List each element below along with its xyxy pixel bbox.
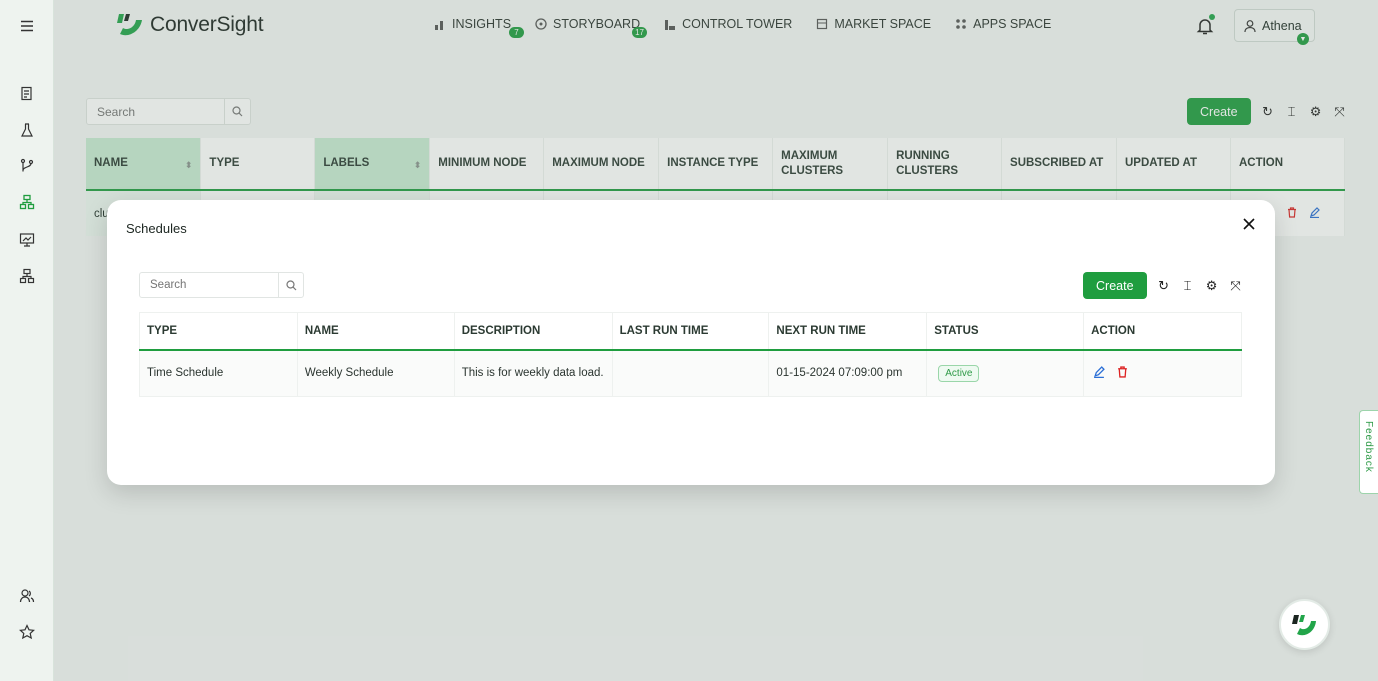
cell-description: This is for weekly data load. bbox=[454, 349, 613, 397]
cell-next-run-time: 01-15-2024 07:09:00 pm bbox=[768, 349, 928, 397]
schedules-toolbar: Create ↻ ⌶ ⚙ ⤧ bbox=[1083, 272, 1243, 299]
refresh-icon[interactable]: ↻ bbox=[1157, 278, 1171, 293]
feedback-label: Feedback bbox=[1363, 421, 1374, 473]
cell-name: Weekly Schedule bbox=[297, 349, 455, 397]
users-icon[interactable] bbox=[17, 586, 37, 606]
col-status[interactable]: STATUS bbox=[926, 312, 1085, 351]
fullscreen-icon[interactable]: ⤧ bbox=[1229, 278, 1243, 293]
schedules-search bbox=[139, 272, 304, 298]
schedules-create-button[interactable]: Create bbox=[1083, 272, 1147, 299]
cell-status: Active bbox=[926, 349, 1085, 397]
search-icon[interactable] bbox=[278, 273, 303, 297]
cell-type: Time Schedule bbox=[139, 349, 298, 397]
col-last-run-time[interactable]: LAST RUN TIME bbox=[612, 312, 770, 351]
cell-last-run-time bbox=[612, 349, 770, 397]
menu-icon[interactable] bbox=[17, 16, 37, 36]
col-name[interactable]: NAME bbox=[297, 312, 455, 351]
report-icon[interactable] bbox=[17, 84, 37, 104]
column-width-icon[interactable]: ⌶ bbox=[1181, 278, 1195, 293]
delete-icon[interactable] bbox=[1117, 366, 1128, 378]
cluster-icon[interactable] bbox=[17, 192, 37, 212]
star-icon[interactable] bbox=[17, 622, 37, 642]
hierarchy-icon[interactable] bbox=[17, 266, 37, 286]
col-description[interactable]: DESCRIPTION bbox=[454, 312, 613, 351]
schedules-table: TYPE NAME DESCRIPTION LAST RUN TIME NEXT… bbox=[139, 312, 1242, 397]
cell-action bbox=[1083, 349, 1242, 397]
feedback-tab[interactable]: Feedback bbox=[1359, 410, 1378, 494]
schedules-search-input[interactable] bbox=[140, 273, 278, 297]
col-action: ACTION bbox=[1083, 312, 1242, 351]
modal-title: Schedules bbox=[126, 221, 187, 236]
col-type[interactable]: TYPE bbox=[139, 312, 298, 351]
left-sidebar bbox=[0, 0, 54, 681]
presentation-icon[interactable] bbox=[17, 230, 37, 250]
col-next-run-time[interactable]: NEXT RUN TIME bbox=[768, 312, 928, 351]
schedules-modal: Schedules Create ↻ ⌶ ⚙ ⤧ TYPE NAME DESCR… bbox=[107, 200, 1275, 485]
branch-icon[interactable] bbox=[17, 156, 37, 176]
chat-assistant-button[interactable] bbox=[1279, 599, 1330, 650]
settings-icon[interactable]: ⚙ bbox=[1205, 278, 1219, 293]
assistant-logo-icon bbox=[1291, 614, 1316, 635]
close-icon[interactable] bbox=[1241, 216, 1257, 232]
table-row[interactable]: Time Schedule Weekly Schedule This is fo… bbox=[139, 349, 1242, 397]
flask-icon[interactable] bbox=[17, 120, 37, 140]
status-badge: Active bbox=[938, 364, 980, 382]
edit-icon[interactable] bbox=[1093, 365, 1105, 378]
